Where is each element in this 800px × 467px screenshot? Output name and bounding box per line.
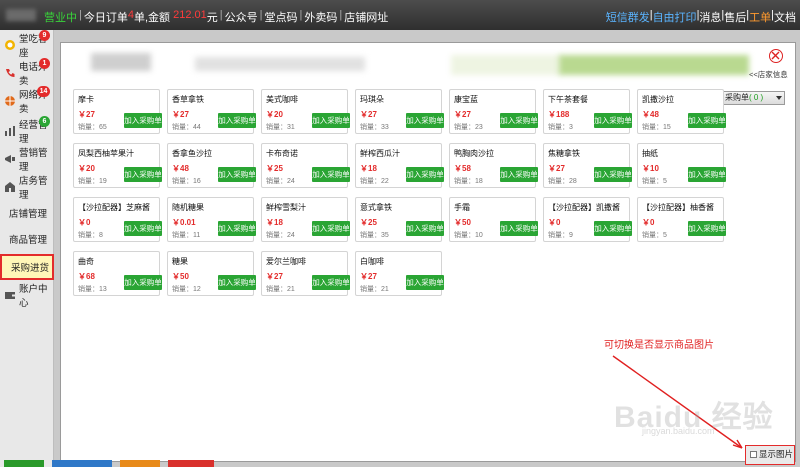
show-images-label: 显示图片 (759, 449, 794, 459)
taskbar-item[interactable] (168, 460, 214, 467)
checkbox-icon (750, 451, 757, 458)
taskbar-item[interactable] (4, 460, 44, 467)
bottom-taskbar (0, 460, 800, 467)
taskbar-item[interactable] (52, 460, 112, 467)
annotation-hint: 可切换是否显示商品图片 (604, 340, 714, 351)
taskbar-item[interactable] (120, 460, 160, 467)
watermark-url: jingyan.baidu.com (642, 426, 715, 436)
